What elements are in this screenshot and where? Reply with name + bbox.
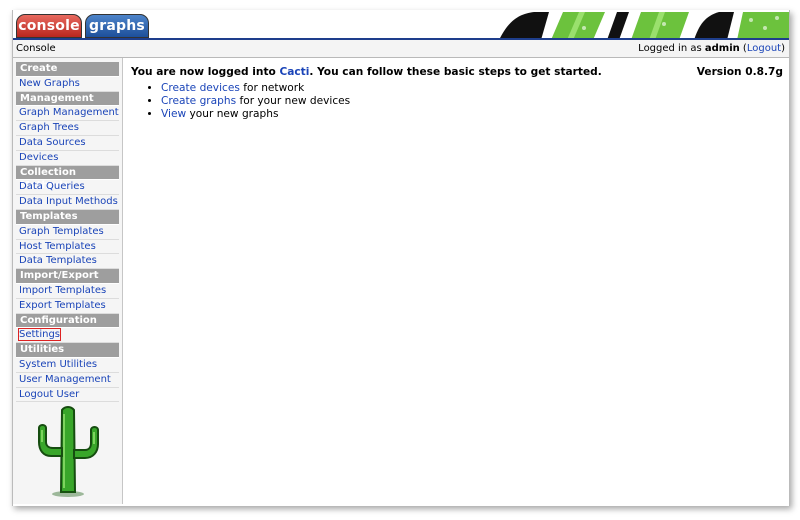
tab-console[interactable]: console	[16, 14, 82, 38]
sidebar-item-graph-trees[interactable]: Graph Trees	[16, 121, 119, 136]
login-status: Logged in as admin (Logout)	[638, 43, 785, 54]
sidebar-item-devices[interactable]: Devices	[16, 151, 119, 166]
logout-link[interactable]: Logout	[747, 43, 781, 54]
sidebar-item-new-graphs[interactable]: New Graphs	[16, 77, 119, 92]
version-label: Version 0.8.7g	[696, 66, 783, 78]
create-devices-link[interactable]: Create devices	[161, 82, 240, 94]
username: admin	[704, 43, 740, 54]
sidebar-header-management: Management	[16, 91, 119, 107]
sidebar-item-data-sources[interactable]: Data Sources	[16, 136, 119, 151]
cactus-logo-icon	[38, 406, 99, 497]
browser-frame: console graphs Console Logged in as admi…	[12, 10, 790, 506]
sidebar: Create New Graphs Management Graph Manag…	[13, 58, 123, 504]
cacti-link[interactable]: Cacti	[279, 66, 309, 78]
sidebar-item-graph-management[interactable]: Graph Management	[16, 106, 119, 122]
list-item: Create graphs for your new devices	[161, 95, 789, 108]
sidebar-item-data-templates[interactable]: Data Templates	[16, 254, 119, 270]
main-area: Create New Graphs Management Graph Manag…	[13, 58, 789, 504]
sidebar-item-export-templates[interactable]: Export Templates	[16, 299, 119, 314]
sidebar-header-collection-methods: Collection Methods	[16, 165, 119, 191]
sidebar-item-import-templates[interactable]: Import Templates	[16, 284, 119, 299]
sidebar-item-data-queries[interactable]: Data Queries	[16, 180, 119, 196]
sidebar-item-graph-templates[interactable]: Graph Templates	[16, 225, 119, 240]
cactus-banner-graphic	[489, 10, 789, 40]
create-graphs-link[interactable]: Create graphs	[161, 95, 236, 107]
content-area: You are now logged into Cacti. You can f…	[131, 58, 789, 512]
sidebar-item-user-management[interactable]: User Management	[16, 373, 119, 388]
sidebar-header-import-export: Import/Export	[16, 269, 119, 284]
sidebar-item-host-templates[interactable]: Host Templates	[16, 240, 119, 255]
steps-list: Create devices for network Create graphs…	[131, 82, 789, 121]
logged-in-label: Logged in as	[638, 43, 705, 54]
sidebar-item-data-input-methods[interactable]: Data Input Methods	[16, 195, 119, 210]
status-bar: Console Logged in as admin (Logout)	[13, 40, 789, 58]
page-title: Console	[16, 43, 56, 54]
list-item: Create devices for network	[161, 82, 789, 95]
sidebar-header-configuration: Configuration	[16, 313, 119, 329]
sidebar-header-utilities: Utilities	[16, 343, 119, 358]
tab-graphs[interactable]: graphs	[85, 14, 149, 38]
list-item: View your new graphs	[161, 108, 789, 121]
sidebar-item-system-utilities[interactable]: System Utilities	[16, 358, 119, 373]
welcome-message: You are now logged into Cacti. You can f…	[131, 66, 602, 78]
sidebar-item-logout-user[interactable]: Logout User	[16, 388, 119, 403]
sidebar-header-create: Create	[16, 62, 119, 77]
top-bar: console graphs	[13, 10, 789, 41]
sidebar-header-templates: Templates	[16, 209, 119, 225]
sidebar-item-settings[interactable]: Settings	[16, 328, 119, 344]
view-graphs-link[interactable]: View	[161, 108, 186, 120]
